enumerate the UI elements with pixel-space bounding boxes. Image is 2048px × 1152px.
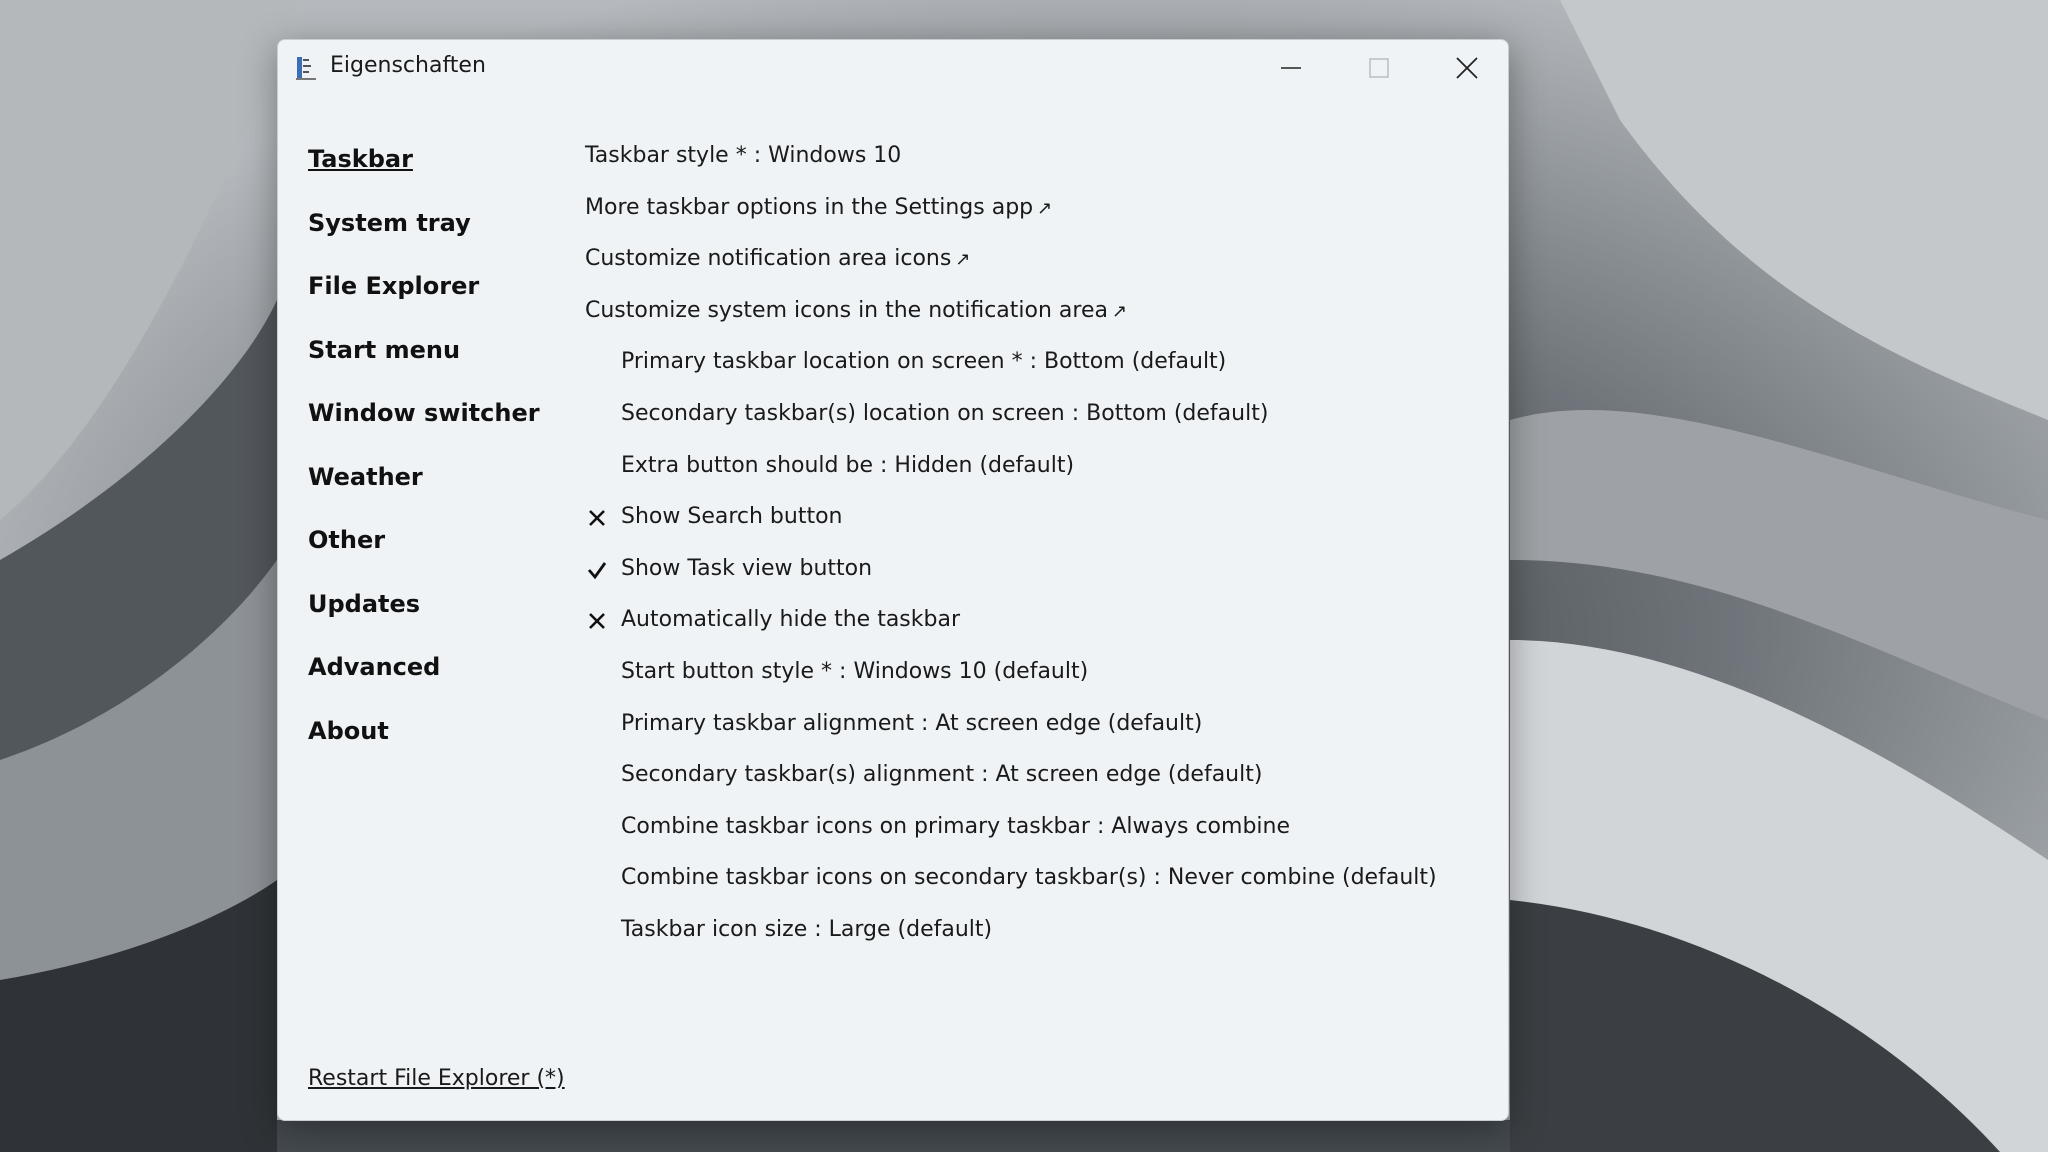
setting-label: Extra button should be : Hidden (default… — [621, 452, 1075, 478]
setting-icon-size[interactable]: Taskbar icon size : Large (default) — [585, 917, 1485, 969]
setting-label: Taskbar icon size : Large (default) — [621, 916, 993, 942]
check-icon — [585, 558, 609, 582]
sidebar-item-label: Updates — [308, 589, 421, 618]
sidebar-item-window-switcher[interactable]: Window switcher — [308, 399, 548, 463]
setting-start-button-style[interactable]: Start button style * : Windows 10 (defau… — [585, 659, 1485, 711]
setting-label: Show Task view button — [621, 555, 873, 581]
external-link-icon: ↗ — [1111, 300, 1128, 322]
sidebar: Taskbar System tray File Explorer Start … — [308, 145, 548, 780]
toggle-autohide-taskbar[interactable]: Automatically hide the taskbar — [585, 607, 1485, 659]
toggle-show-task-view[interactable]: Show Task view button — [585, 556, 1485, 608]
sidebar-item-weather[interactable]: Weather — [308, 463, 548, 527]
setting-label: Secondary taskbar(s) location on screen … — [621, 400, 1269, 426]
window-title: Eigenschaften — [330, 53, 486, 78]
sidebar-item-label: File Explorer — [308, 272, 480, 300]
sidebar-item-other[interactable]: Other — [308, 526, 548, 590]
setting-label: Show Search button — [621, 504, 843, 530]
sidebar-item-advanced[interactable]: Advanced — [308, 653, 548, 717]
sidebar-item-label: About — [308, 716, 389, 745]
sidebar-item-start-menu[interactable]: Start menu — [308, 336, 548, 400]
cross-icon — [585, 506, 609, 530]
sidebar-item-label: System tray — [308, 208, 471, 237]
sidebar-item-label: Taskbar — [308, 145, 413, 173]
close-icon — [1456, 57, 1478, 79]
setting-label: Secondary taskbar(s) alignment : At scre… — [621, 762, 1263, 788]
sidebar-item-label: Start menu — [308, 335, 461, 364]
minimize-button[interactable] — [1247, 40, 1335, 96]
setting-label: Primary taskbar alignment : At screen ed… — [621, 710, 1203, 736]
setting-primary-location[interactable]: Primary taskbar location on screen * : B… — [585, 349, 1485, 401]
setting-label: Combine taskbar icons on secondary taskb… — [621, 865, 1437, 891]
link-settings-app[interactable]: More taskbar options in the Settings app… — [585, 195, 1485, 247]
restart-explorer-link[interactable]: Restart File Explorer (*) — [308, 1066, 565, 1091]
desktop: Eigenschaften Taskbar System tray File E… — [0, 0, 2048, 1152]
setting-label: Customize system icons in the notificati… — [585, 297, 1108, 323]
setting-secondary-location[interactable]: Secondary taskbar(s) location on screen … — [585, 401, 1485, 453]
settings-list: Taskbar style * : Windows 10 More taskba… — [585, 143, 1485, 969]
setting-label: Automatically hide the taskbar — [621, 607, 960, 633]
setting-extra-button[interactable]: Extra button should be : Hidden (default… — [585, 453, 1485, 505]
title-bar[interactable]: Eigenschaften — [278, 40, 1508, 96]
external-link-icon: ↗ — [955, 249, 971, 271]
setting-label: More taskbar options in the Settings app — [585, 194, 1034, 220]
app-icon — [296, 57, 316, 80]
sidebar-item-file-explorer[interactable]: File Explorer — [308, 272, 548, 336]
maximize-button[interactable] — [1335, 40, 1423, 96]
setting-primary-alignment[interactable]: Primary taskbar alignment : At screen ed… — [585, 711, 1485, 763]
minimize-icon — [1281, 67, 1301, 69]
sidebar-item-system-tray[interactable]: System tray — [308, 209, 548, 273]
setting-combine-primary[interactable]: Combine taskbar icons on primary taskbar… — [585, 814, 1485, 866]
maximize-icon — [1369, 58, 1389, 78]
sidebar-item-about[interactable]: About — [308, 717, 548, 781]
link-system-icons[interactable]: Customize system icons in the notificati… — [585, 298, 1485, 350]
external-link-icon: ↗ — [1037, 197, 1053, 219]
sidebar-item-updates[interactable]: Updates — [308, 590, 548, 654]
close-button[interactable] — [1423, 40, 1508, 96]
link-notification-icons[interactable]: Customize notification area icons ↗ — [585, 246, 1485, 298]
setting-label: Customize notification area icons — [585, 246, 952, 272]
cross-icon — [585, 609, 609, 633]
sidebar-item-label: Other — [308, 526, 386, 554]
sidebar-item-label: Window switcher — [308, 399, 540, 427]
toggle-show-search[interactable]: Show Search button — [585, 504, 1485, 556]
setting-taskbar-style[interactable]: Taskbar style * : Windows 10 — [585, 143, 1485, 195]
setting-label: Primary taskbar location on screen * : B… — [621, 349, 1227, 375]
setting-label: Start button style * : Windows 10 (defau… — [621, 658, 1089, 684]
setting-label: Combine taskbar icons on primary taskbar… — [621, 813, 1291, 839]
setting-label: Taskbar style * : Windows 10 — [585, 143, 902, 168]
properties-window: Eigenschaften Taskbar System tray File E… — [277, 39, 1509, 1121]
setting-secondary-alignment[interactable]: Secondary taskbar(s) alignment : At scre… — [585, 762, 1485, 814]
sidebar-item-label: Advanced — [308, 653, 441, 681]
setting-combine-secondary[interactable]: Combine taskbar icons on secondary taskb… — [585, 865, 1485, 917]
sidebar-item-label: Weather — [308, 462, 423, 491]
sidebar-item-taskbar[interactable]: Taskbar — [308, 145, 548, 209]
